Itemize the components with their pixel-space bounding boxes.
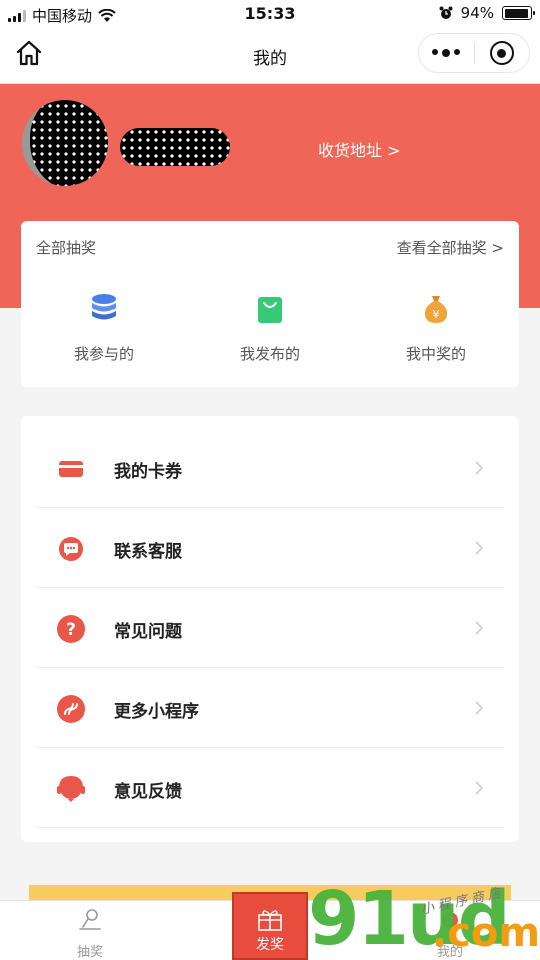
username-redaction — [120, 128, 230, 166]
chevron-right-icon — [475, 461, 484, 475]
lottery-item-label: 我中奖的 — [405, 345, 466, 363]
lottery-joined[interactable]: 我参与的 — [21, 293, 187, 364]
link-icon — [57, 695, 85, 723]
watermark-domain: .com — [432, 910, 540, 956]
chevron-right-icon — [475, 701, 484, 715]
battery-fill — [504, 8, 528, 18]
svg-text:¥: ¥ — [433, 308, 440, 321]
menu-card: 我的卡券 联系客服 ? 常见问题 更多小程序 意见反馈 — [21, 416, 519, 842]
chevron-right-icon — [475, 541, 484, 555]
lottery-card: 全部抽奖 查看全部抽奖 > 我参与的 我发布的 ¥ 我中奖的 — [21, 221, 519, 387]
mini-program-capsule — [418, 33, 530, 73]
lottery-card-title: 全部抽奖 — [36, 239, 97, 257]
menu-item-coupons[interactable]: 我的卡券 — [36, 429, 504, 508]
more-icon[interactable] — [419, 49, 474, 57]
tab-label: 发奖 — [256, 937, 284, 953]
tab-publish[interactable]: 发奖 — [232, 892, 308, 960]
status-bar: 中国移动 15:33 94% — [0, 0, 540, 28]
menu-item-feedback[interactable]: 意见反馈 — [36, 749, 504, 828]
battery-percent: 94% — [460, 4, 494, 22]
nav-bar: 我的 — [0, 28, 540, 84]
status-right: 94% — [439, 4, 535, 22]
close-icon[interactable] — [475, 41, 530, 65]
money-bag-icon: ¥ — [424, 296, 448, 323]
shipping-address-link[interactable]: 收货地址 > — [318, 137, 401, 161]
database-stack-icon — [92, 294, 116, 320]
menu-item-label: 我的卡券 — [114, 462, 182, 482]
view-all-lotteries-link[interactable]: 查看全部抽奖 > — [397, 237, 504, 258]
avatar[interactable] — [22, 100, 108, 186]
lottery-published[interactable]: 我发布的 — [187, 293, 353, 364]
chevron-right-icon — [475, 621, 484, 635]
menu-item-label: 更多小程序 — [114, 702, 199, 722]
avatar-redaction — [30, 100, 108, 186]
menu-item-customer-service[interactable]: 联系客服 — [36, 509, 504, 588]
svg-text:?: ? — [66, 620, 76, 640]
menu-item-faq[interactable]: ? 常见问题 — [36, 589, 504, 668]
lottery-won[interactable]: ¥ 我中奖的 — [353, 293, 519, 364]
chat-bubble-icon — [59, 537, 83, 561]
menu-item-more-mini-programs[interactable]: 更多小程序 — [36, 669, 504, 748]
tab-lottery[interactable]: 抽奖 — [45, 907, 135, 960]
battery-icon — [502, 6, 535, 20]
menu-item-label: 常见问题 — [114, 622, 182, 642]
alarm-icon — [439, 6, 453, 19]
menu-item-label: 意见反馈 — [114, 782, 182, 802]
gift-icon — [258, 910, 282, 931]
lottery-item-label: 我发布的 — [239, 345, 300, 363]
lottery-tab-icon — [79, 909, 101, 930]
tab-label: 抽奖 — [76, 945, 103, 960]
headset-icon — [57, 775, 85, 802]
card-icon — [59, 461, 83, 477]
lottery-item-label: 我参与的 — [73, 345, 134, 363]
question-icon: ? — [57, 615, 85, 643]
shopping-bag-icon — [258, 297, 282, 323]
chevron-right-icon — [475, 781, 484, 795]
menu-item-label: 联系客服 — [114, 542, 182, 562]
